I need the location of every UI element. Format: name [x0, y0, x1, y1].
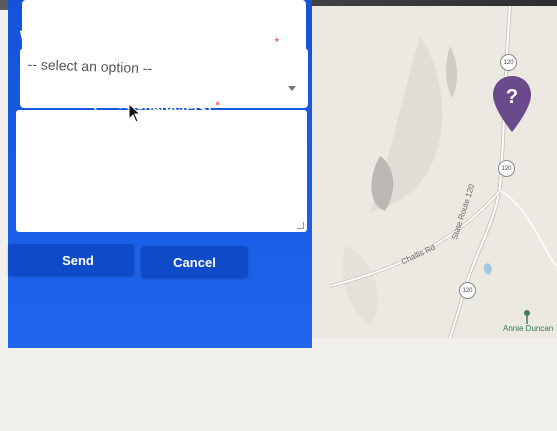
- chevron-down-icon: [288, 86, 296, 91]
- route-marker: 120: [498, 160, 515, 177]
- required-mark: *: [274, 36, 279, 49]
- place-label: Annie Duncan: [503, 324, 554, 333]
- mouse-cursor-icon: [128, 103, 142, 123]
- map-terrain: [329, 6, 557, 338]
- comment-textarea[interactable]: [16, 110, 307, 232]
- add-point-panel: What type of point are you adding? * -- …: [8, 0, 312, 348]
- map-view[interactable]: 120 120 120 Challis Rd State Route 120 A…: [300, 6, 557, 338]
- send-button[interactable]: Send: [8, 244, 134, 276]
- resize-handle-icon[interactable]: [297, 222, 304, 229]
- map-pin-marker-icon[interactable]: ?: [491, 74, 533, 136]
- route-marker: 120: [500, 54, 517, 71]
- marker-glyph: ?: [506, 86, 518, 108]
- cancel-button[interactable]: Cancel: [141, 246, 248, 278]
- route-marker: 120: [459, 282, 476, 299]
